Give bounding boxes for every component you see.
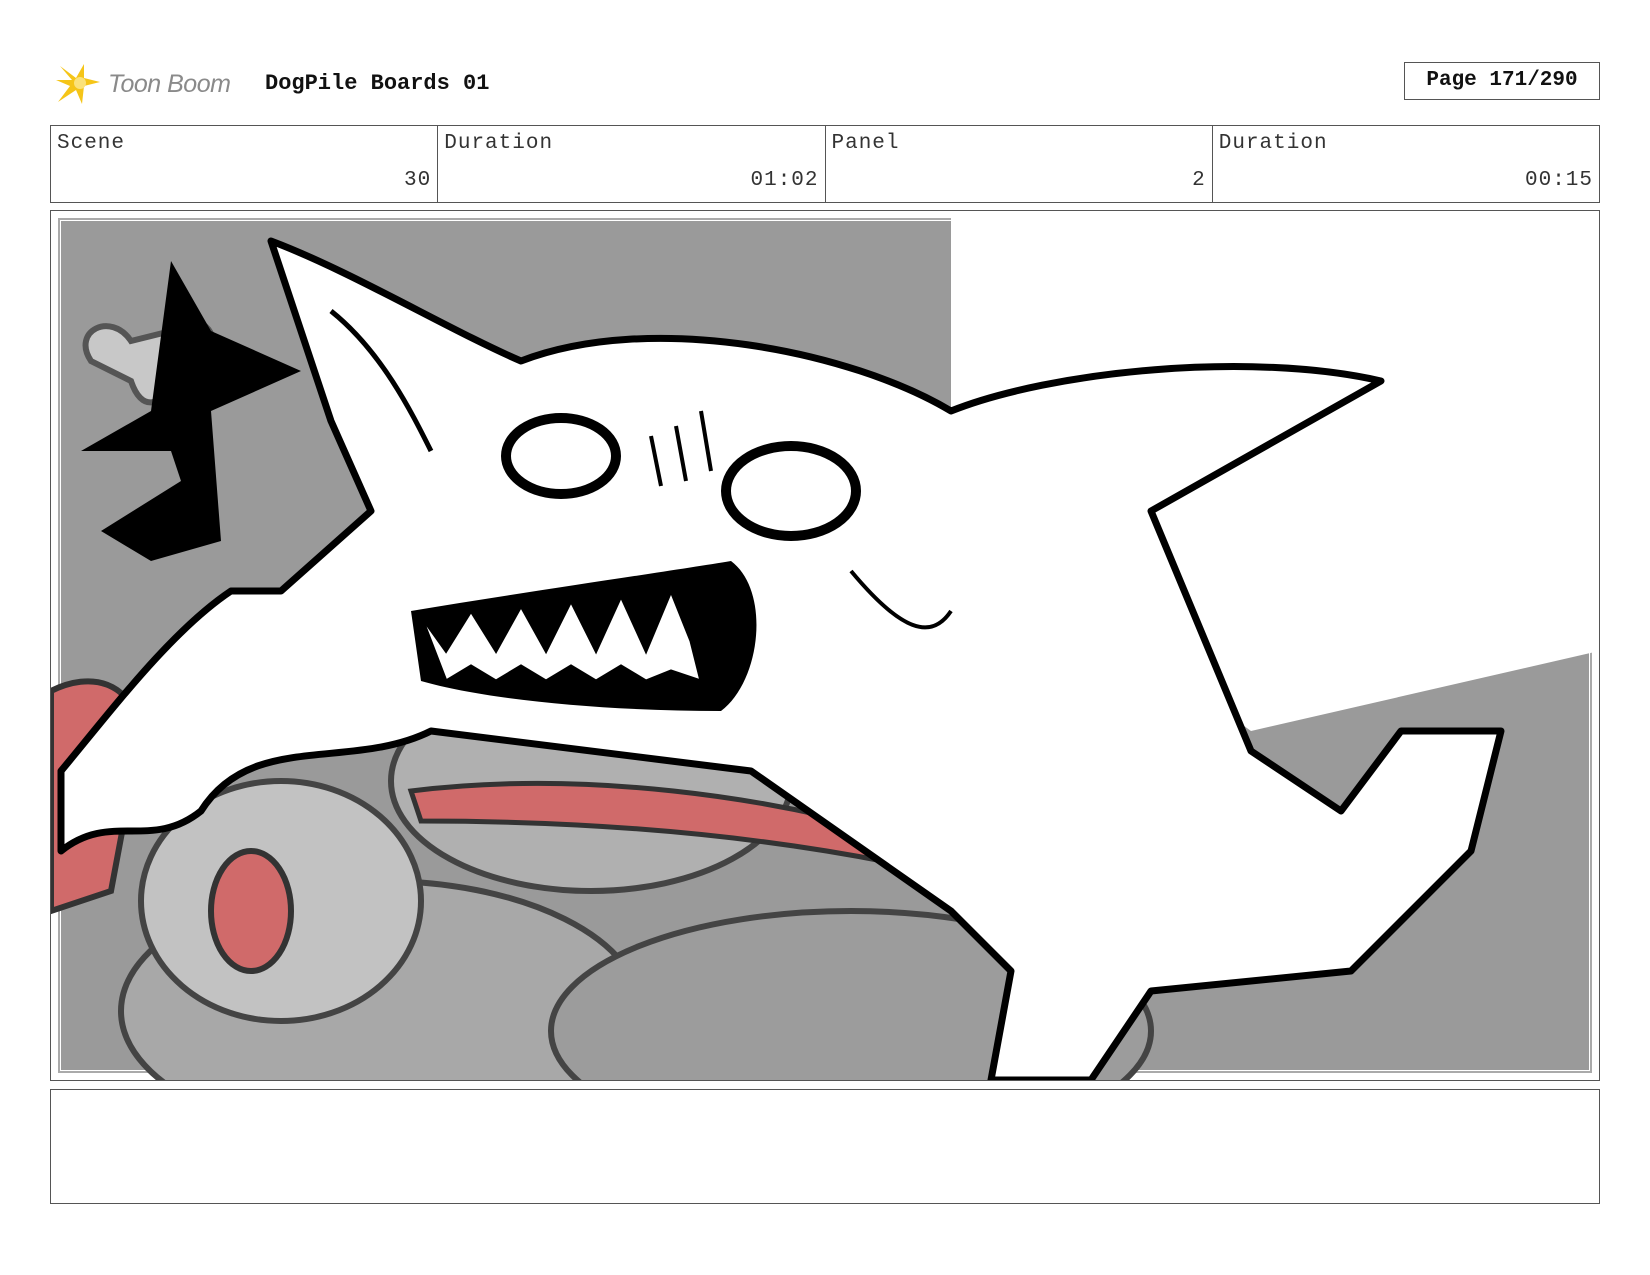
scene-value: 30 xyxy=(404,169,432,192)
panel-duration-cell: Duration 00:15 xyxy=(1213,126,1599,202)
scene-label: Scene xyxy=(57,132,126,155)
scene-cell: Scene 30 xyxy=(51,126,439,202)
scene-info-row: Scene 30 Duration 01:02 Panel 2 Duration… xyxy=(50,125,1600,203)
panel-cell: Panel 2 xyxy=(826,126,1213,202)
scene-duration-value: 01:02 xyxy=(750,169,819,192)
starburst-icon xyxy=(56,64,100,104)
panel-duration-value: 00:15 xyxy=(1524,169,1593,192)
page-header: Toon Boom DogPile Boards 01 Page 171/290 xyxy=(50,58,1600,110)
panel-duration-label: Duration xyxy=(1218,132,1328,155)
scene-duration-label: Duration xyxy=(444,132,554,155)
panel-notes xyxy=(50,1089,1600,1204)
toon-boom-logo: Toon Boom xyxy=(54,58,254,110)
logo-text: Toon Boom xyxy=(108,70,231,98)
panel-value: 2 xyxy=(1192,169,1206,192)
project-title: DogPile Boards 01 xyxy=(265,71,490,96)
scene-duration-cell: Duration 01:02 xyxy=(438,126,826,202)
panel-label: Panel xyxy=(831,132,900,155)
storyboard-panel xyxy=(50,210,1600,1081)
page-indicator: Page 171/290 xyxy=(1404,62,1600,100)
panel-drawing xyxy=(51,211,1599,1080)
